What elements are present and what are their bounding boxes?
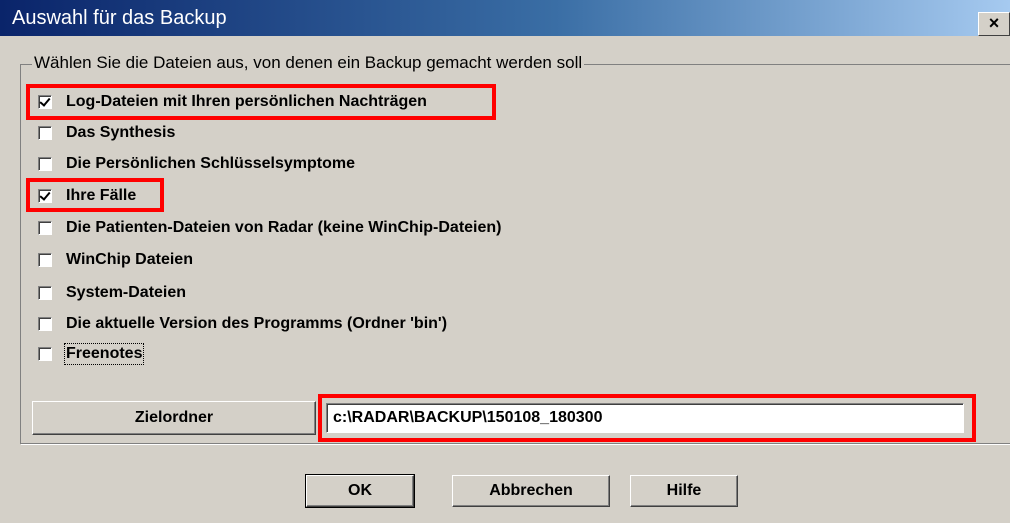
ok-button[interactable]: OK	[305, 474, 415, 508]
checkbox-label: Das Synthesis	[66, 124, 176, 141]
cancel-button[interactable]: Abbrechen	[452, 475, 610, 507]
target-folder-label: Zielordner	[134, 409, 214, 426]
checkbox-system-files[interactable]: System-Dateien	[38, 281, 186, 305]
window-title: Auswahl für das Backup	[12, 7, 227, 29]
checkbox-box[interactable]	[38, 253, 52, 267]
checkbox-key-symptoms[interactable]: Die Persönlichen Schlüsselsymptome	[38, 152, 355, 176]
checkbox-box[interactable]	[38, 157, 52, 171]
close-icon: ×	[988, 13, 1000, 33]
checkbox-label: System-Dateien	[66, 284, 187, 301]
checkbox-freenotes[interactable]: Freenotes	[38, 342, 145, 366]
checkbox-patient-files[interactable]: Die Patienten-Dateien von Radar (keine W…	[38, 216, 501, 240]
checkbox-synthesis[interactable]: Das Synthesis	[38, 121, 175, 145]
checkbox-box[interactable]	[38, 126, 52, 140]
ok-label: OK	[348, 482, 372, 499]
checkbox-label: Die Patienten-Dateien von Radar (keine W…	[66, 219, 502, 236]
title-bar[interactable]: Auswahl für das Backup ×	[0, 0, 1010, 36]
checkbox-box[interactable]	[38, 317, 52, 331]
help-label: Hilfe	[666, 482, 702, 499]
checkbox-label: Freenotes	[63, 343, 145, 365]
checkbox-winchip-files[interactable]: WinChip Dateien	[38, 248, 193, 272]
checkbox-box[interactable]	[38, 347, 52, 361]
group-legend: Wählen Sie die Dateien aus, von denen ei…	[32, 52, 585, 74]
help-button[interactable]: Hilfe	[630, 475, 738, 507]
highlight-log-files	[26, 84, 496, 120]
checkbox-box[interactable]	[38, 286, 52, 300]
highlight-cases	[26, 178, 164, 212]
checkbox-label: Die Persönlichen Schlüsselsymptome	[66, 155, 355, 172]
checkbox-label: WinChip Dateien	[66, 251, 193, 268]
highlight-path	[318, 394, 976, 442]
close-button[interactable]: ×	[978, 12, 1010, 36]
checkbox-program-version[interactable]: Die aktuelle Version des Programms (Ordn…	[38, 312, 447, 336]
cancel-label: Abbrechen	[489, 482, 573, 499]
target-folder-button[interactable]: Zielordner	[32, 401, 316, 435]
checkbox-label: Die aktuelle Version des Programms (Ordn…	[66, 315, 448, 332]
checkbox-box[interactable]	[38, 221, 52, 235]
